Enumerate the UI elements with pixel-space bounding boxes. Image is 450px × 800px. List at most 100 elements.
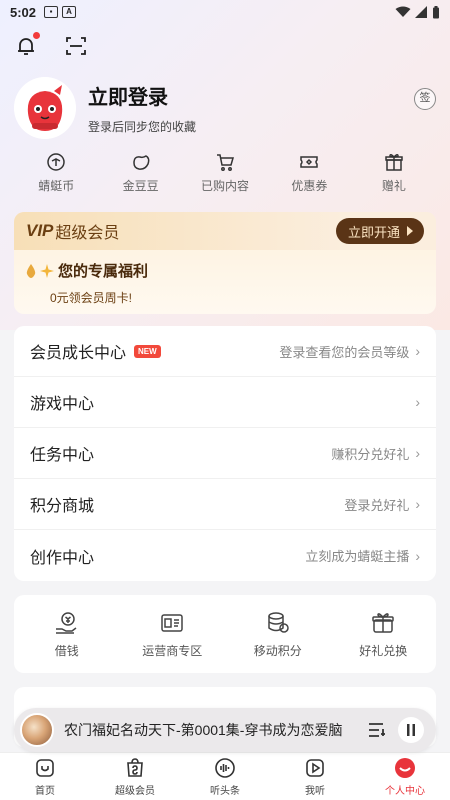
menu-row-title: 任务中心	[30, 447, 95, 464]
avatar[interactable]	[14, 77, 76, 139]
play-list-icon	[306, 758, 324, 777]
menu-row-title: 积分商城	[30, 498, 95, 515]
pause-icon	[407, 724, 415, 736]
quick-actions: 蜻蜓币 金豆豆 已购内容 优惠券 赠礼	[0, 148, 450, 204]
service-label: 好礼兑换	[359, 643, 408, 658]
vip-benefit-row: 您的专属福利	[26, 260, 424, 281]
playlist-icon[interactable]	[368, 722, 386, 738]
menu-row-hint: 登录兑好礼	[344, 497, 410, 513]
profile-header: 立即登录 登录后同步您的收藏 签	[0, 68, 450, 148]
services-card: 借钱 运营商专区 移动积分 好礼兑换	[14, 595, 436, 673]
cart-icon	[217, 154, 235, 171]
gift-icon	[385, 153, 403, 171]
vip-title: 超级会员	[55, 225, 120, 242]
nav-my-listen[interactable]: 我听	[270, 753, 360, 800]
status-bar: 5:02 ▪ A	[0, 0, 450, 24]
nav-label: 听头条	[210, 785, 240, 797]
quick-item-label: 赠礼	[381, 179, 406, 193]
scan-button[interactable]	[64, 34, 88, 58]
unread-dot	[33, 32, 40, 39]
nav-home[interactable]: 首页	[0, 753, 90, 800]
chevron-right-icon: ›	[415, 547, 420, 564]
sparkle-icon	[40, 263, 54, 278]
nav-label: 首页	[35, 785, 55, 797]
menu-row-title: 游戏中心	[30, 396, 95, 413]
chevron-right-icon: ›	[415, 496, 420, 512]
quick-item-coupons[interactable]: 优惠券	[267, 152, 351, 204]
top-toolbar	[0, 24, 450, 68]
wifi-icon	[395, 6, 411, 17]
nav-vip[interactable]: 超级会员	[90, 753, 180, 800]
menu-row-title: 创作中心	[30, 549, 95, 567]
nav-label: 个人中心	[385, 785, 425, 797]
nav-label: 我听	[305, 785, 325, 797]
carrier-icon	[161, 613, 183, 632]
menu-row-hint: 赚积分兑好礼	[331, 446, 410, 462]
vip-open-button[interactable]: 立即开通	[335, 218, 424, 244]
points-icon	[268, 611, 289, 633]
album-cover[interactable]	[20, 713, 54, 747]
vip-badge: VIP	[26, 221, 54, 240]
quick-item-gifts[interactable]: 赠礼	[352, 152, 436, 204]
status-time: 5:02	[10, 4, 37, 20]
menu-card: 会员成长中心 NEW 登录查看您的会员等级 › 游戏中心 › 任务中心 赚积分兑…	[14, 326, 436, 581]
profile-icon	[395, 757, 415, 778]
service-label: 移动积分	[253, 643, 302, 658]
vip-weekly-card-text[interactable]: 0元领会员周卡!	[50, 289, 424, 306]
vip-bag-icon	[127, 757, 143, 777]
chevron-right-icon: ›	[415, 445, 420, 461]
bean-icon	[132, 155, 150, 170]
battery-icon	[433, 5, 439, 18]
notification-icon: ▪	[44, 6, 59, 18]
service-label: 运营商专区	[142, 643, 203, 658]
app-notification-icon: A	[62, 6, 77, 18]
login-title[interactable]: 立即登录	[88, 81, 196, 110]
mascot-avatar-icon	[14, 77, 76, 139]
menu-row-creator[interactable]: 创作中心 立刻成为蜻蜓主播 ›	[14, 530, 436, 581]
menu-row-tasks[interactable]: 任务中心 赚积分兑好礼 ›	[14, 428, 436, 479]
gift-exchange-icon	[372, 612, 394, 633]
menu-row-title: 会员成长中心	[30, 345, 127, 362]
quick-item-label: 蜻蜓币	[38, 179, 75, 193]
loan-icon	[55, 611, 77, 634]
home-icon	[36, 758, 54, 777]
login-subtitle: 登录后同步您的收藏	[88, 120, 197, 134]
menu-row-growth[interactable]: 会员成长中心 NEW 登录查看您的会员等级 ›	[14, 326, 436, 377]
sign-in-button[interactable]: 签	[414, 88, 436, 110]
service-loan[interactable]: 借钱	[14, 610, 120, 659]
nav-profile[interactable]: 个人中心	[360, 753, 450, 800]
nav-label: 超级会员	[115, 785, 155, 797]
mini-player[interactable]: 农门福妃名动天下-第0001集-穿书成为恋爱脑	[14, 708, 436, 752]
vip-benefit-title: 您的专属福利	[58, 263, 149, 280]
vip-card[interactable]: VIP 超级会员 立即开通 您的专属福利 0元领会员周卡!	[14, 212, 436, 314]
bell-button[interactable]	[14, 32, 40, 58]
service-gift-exchange[interactable]: 好礼兑换	[331, 610, 437, 659]
news-audio-icon	[215, 757, 235, 778]
vip-open-label: 立即开通	[347, 224, 400, 240]
service-carrier[interactable]: 运营商专区	[120, 610, 226, 659]
arrow-right-icon	[407, 226, 413, 236]
scan-icon	[66, 37, 86, 55]
quick-item-label: 金豆豆	[122, 179, 159, 193]
drop-icon	[26, 263, 36, 278]
bottom-nav: 首页 超级会员 听头条 我听 个人中心	[0, 752, 450, 800]
quick-item-coins[interactable]: 蜻蜓币	[14, 152, 98, 204]
signal-icon	[415, 6, 427, 18]
quick-item-purchased[interactable]: 已购内容	[183, 152, 267, 204]
now-playing-title[interactable]: 农门福妃名动天下-第0001集-穿书成为恋爱脑	[64, 720, 354, 740]
menu-row-hint: 登录查看您的会员等级	[279, 344, 410, 360]
pause-button[interactable]	[398, 717, 424, 743]
service-label: 借钱	[54, 643, 79, 658]
new-badge: NEW	[134, 344, 161, 358]
chevron-right-icon: ›	[415, 343, 420, 359]
coupon-icon	[300, 156, 319, 168]
quick-item-label: 优惠券	[291, 179, 328, 193]
nav-headlines[interactable]: 听头条	[180, 753, 270, 800]
menu-row-points-mall[interactable]: 积分商城 登录兑好礼 ›	[14, 479, 436, 530]
quick-item-beans[interactable]: 金豆豆	[98, 152, 182, 204]
service-mobile-points[interactable]: 移动积分	[225, 610, 331, 659]
menu-row-games[interactable]: 游戏中心 ›	[14, 377, 436, 428]
coin-icon	[47, 153, 65, 171]
quick-item-label: 已购内容	[201, 179, 250, 193]
menu-row-hint: 立刻成为蜻蜓主播	[305, 549, 410, 564]
